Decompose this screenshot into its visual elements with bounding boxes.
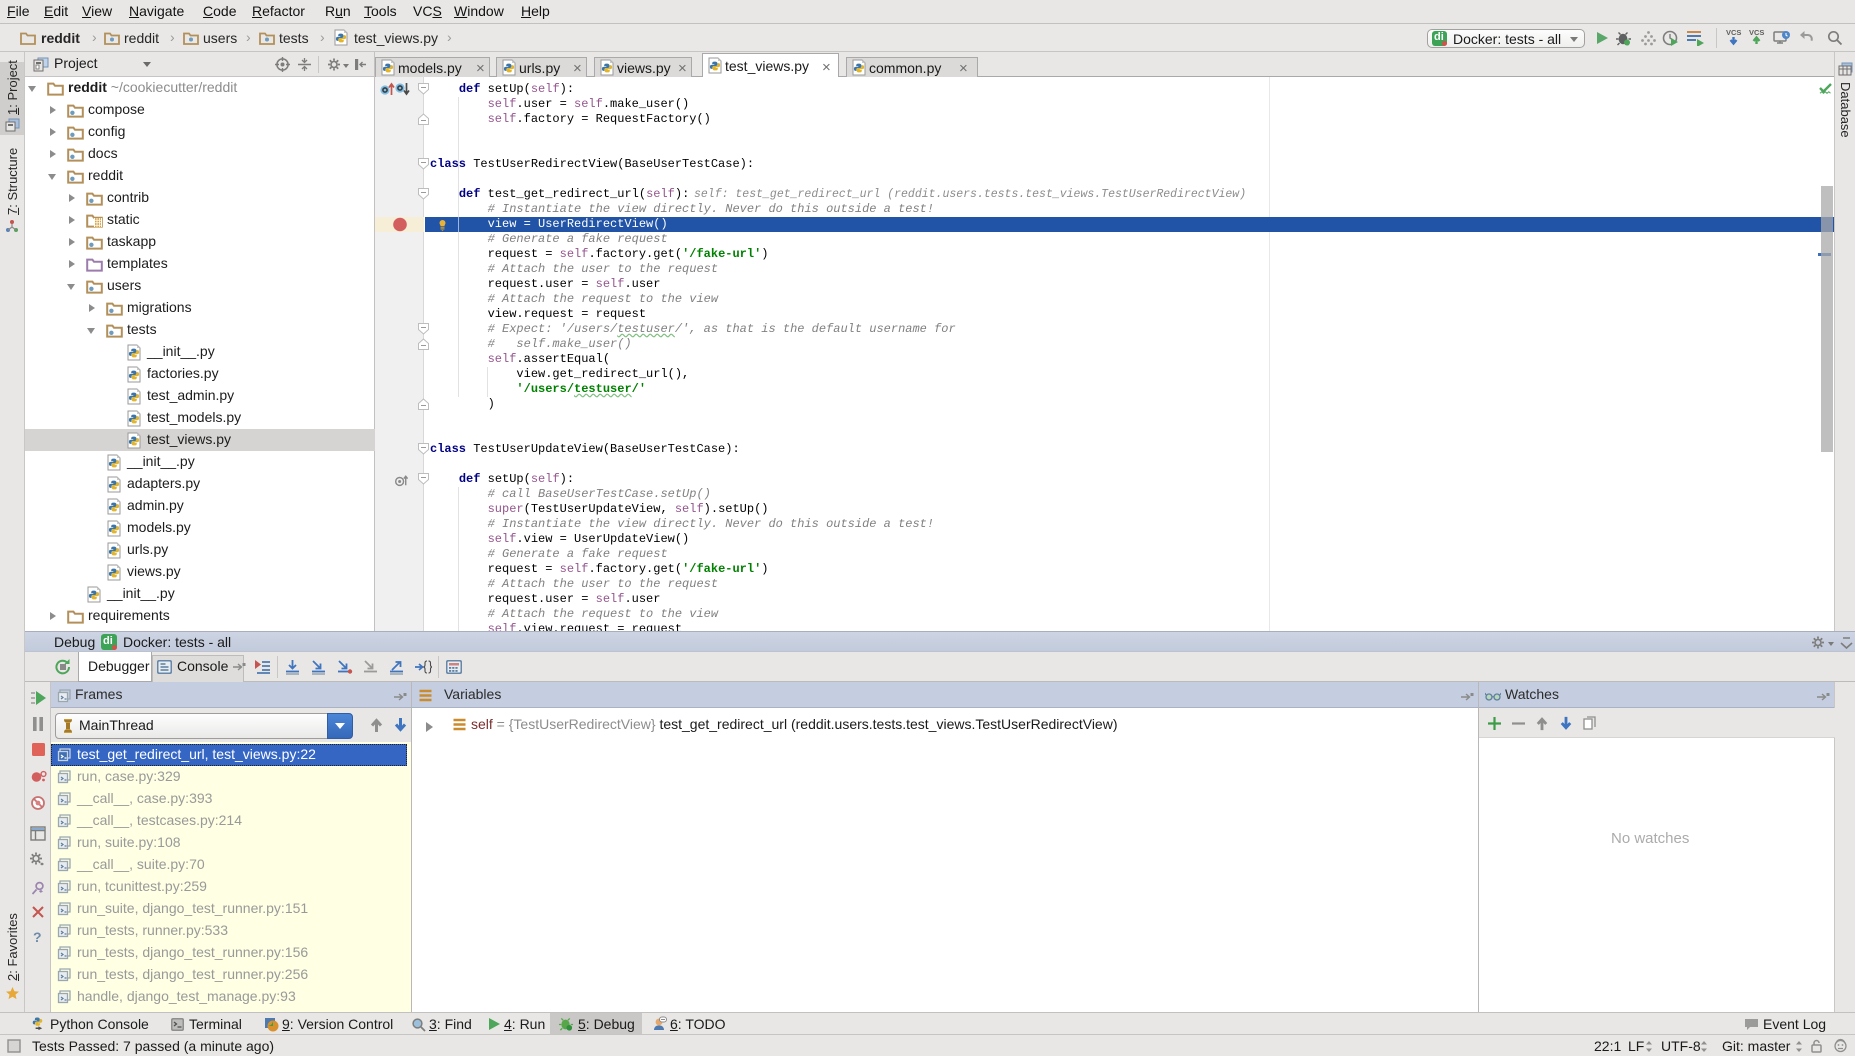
- svg-text:VCS: VCS: [1749, 28, 1764, 37]
- svg-text:VCS: VCS: [1726, 28, 1741, 37]
